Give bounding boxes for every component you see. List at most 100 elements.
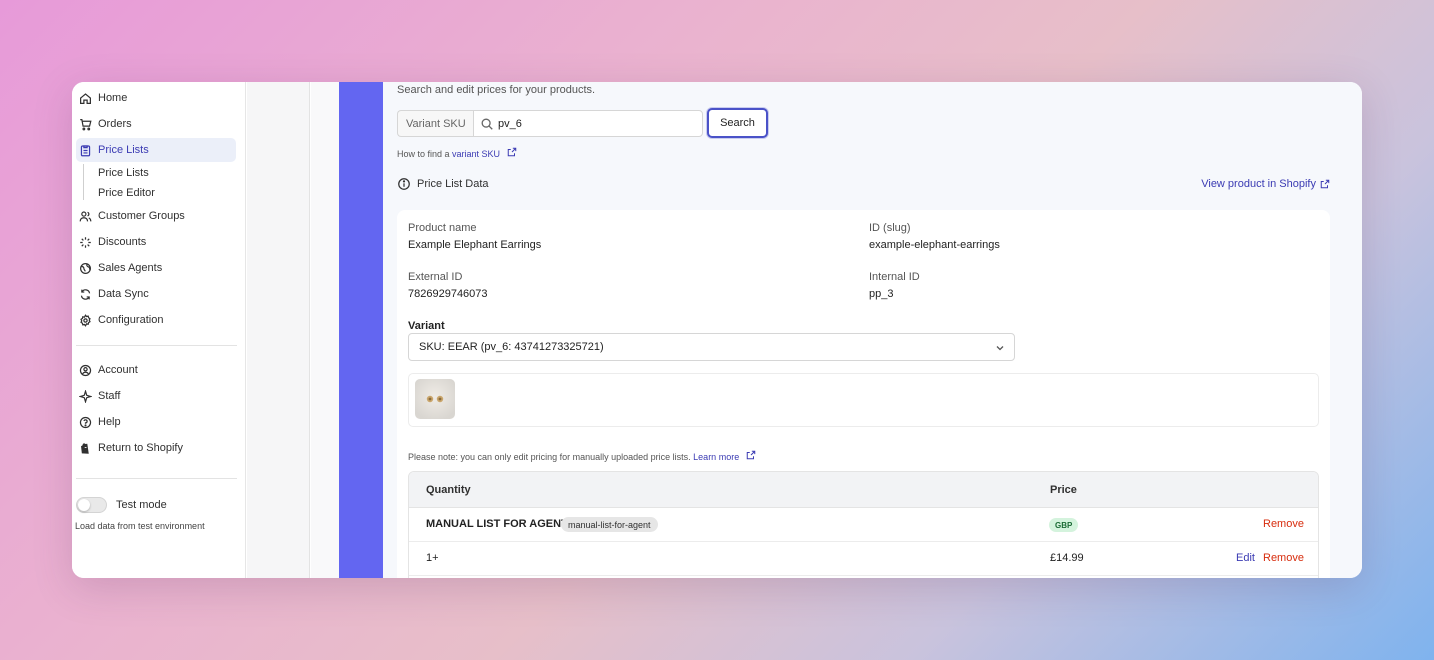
- price-table: Quantity Price MANUAL LIST FOR AGENT man…: [408, 471, 1319, 578]
- view-product-label: View product in Shopify: [1201, 178, 1316, 190]
- sidebar-item-label: Account: [98, 364, 138, 376]
- sidebar-item-return-to-shopify[interactable]: Return to Shopify: [76, 436, 236, 460]
- sidebar-subitem-price-editor[interactable]: Price Editor: [98, 187, 155, 199]
- sidebar-item-staff[interactable]: Staff: [76, 384, 236, 408]
- external-link-icon: [507, 147, 517, 157]
- info-icon: [397, 177, 411, 191]
- search-button[interactable]: Search: [707, 108, 768, 138]
- sku-help-text: How to find a variant SKU: [397, 147, 517, 159]
- sidebar-item-label: Configuration: [98, 314, 164, 326]
- search-prefix-label: Variant SKU: [397, 110, 473, 137]
- gear-icon: [77, 312, 93, 328]
- sidebar-item-label: Data Sync: [98, 288, 149, 300]
- currency-badge: GBP: [1049, 518, 1079, 532]
- sidebar-item-label: Return to Shopify: [98, 442, 183, 454]
- cart-icon: [77, 116, 93, 132]
- sidebar-item-configuration[interactable]: Configuration: [76, 308, 236, 332]
- sidebar-item-sales-agents[interactable]: Sales Agents: [76, 256, 236, 280]
- sync-icon: [77, 286, 93, 302]
- internal-id-label: Internal ID: [869, 271, 920, 283]
- column-header-price: Price: [1050, 484, 1077, 496]
- product-name-label: Product name: [408, 222, 477, 234]
- clipboard-icon: [77, 142, 93, 158]
- product-thumbnail[interactable]: [415, 379, 455, 419]
- sidebar-divider: [76, 478, 237, 479]
- sidebar-item-data-sync[interactable]: Data Sync: [76, 282, 236, 306]
- product-name-value: Example Elephant Earrings: [408, 239, 542, 251]
- learn-more-link[interactable]: Learn more: [693, 452, 739, 462]
- account-icon: [77, 362, 93, 378]
- pricing-note-text: Please note: you can only edit pricing f…: [408, 452, 694, 462]
- test-mode-help: Load data from test environment: [75, 521, 205, 531]
- sidebar-item-label: Help: [98, 416, 121, 428]
- external-id-value: 7826929746073: [408, 288, 488, 300]
- page-subtitle: Search and edit prices for your products…: [397, 84, 596, 96]
- price-list-name: MANUAL LIST FOR AGENT: [426, 518, 568, 530]
- sidebar-item-orders[interactable]: Orders: [76, 112, 236, 136]
- test-mode-label: Test mode: [116, 499, 167, 511]
- variant-select-value: SKU: EEAR (pv_6: 43741273325721): [419, 341, 604, 353]
- submenu-line: [83, 164, 84, 200]
- chevron-down-icon: [994, 342, 1006, 354]
- external-link-icon: [746, 450, 756, 460]
- internal-id-value: pp_3: [869, 288, 894, 300]
- app-window: Home Orders Price Lists Price Lists Pric…: [72, 82, 1362, 578]
- globe-icon: [77, 260, 93, 276]
- external-id-label: External ID: [408, 271, 463, 283]
- sidebar-item-label: Price Lists: [98, 144, 149, 156]
- variant-select[interactable]: SKU: EEAR (pv_6: 43741273325721): [408, 333, 1015, 361]
- sku-search-input[interactable]: pv_6: [473, 110, 703, 137]
- sidebar-item-label: Orders: [98, 118, 132, 130]
- sidebar: Home Orders Price Lists Price Lists Pric…: [72, 82, 246, 578]
- remove-list-button[interactable]: Remove: [1263, 518, 1304, 530]
- variant-sku-link[interactable]: variant SKU: [452, 149, 500, 159]
- discount-icon: [77, 234, 93, 250]
- sidebar-item-label: Staff: [98, 390, 121, 402]
- sku-help-prefix: How to find a: [397, 149, 453, 159]
- price-list-group-row: MANUAL LIST FOR AGENT manual-list-for-ag…: [409, 508, 1318, 542]
- quantity-cell: 1+: [426, 552, 439, 564]
- search-icon: [480, 117, 494, 131]
- section-title-text: Price List Data: [417, 178, 489, 190]
- pricing-note: Please note: you can only edit pricing f…: [408, 450, 756, 462]
- sidebar-item-label: Sales Agents: [98, 262, 163, 274]
- main-content: Search and edit prices for your products…: [383, 82, 1362, 578]
- price-list-tag: manual-list-for-agent: [561, 517, 658, 532]
- shopify-icon: [77, 440, 93, 456]
- test-mode-toggle[interactable]: [76, 497, 107, 513]
- sidebar-item-label: Home: [98, 92, 128, 104]
- help-icon: [77, 414, 93, 430]
- external-link-icon: [1320, 179, 1330, 189]
- accent-bar: [339, 82, 383, 578]
- variant-label: Variant: [408, 320, 445, 332]
- sidebar-item-help[interactable]: Help: [76, 410, 236, 434]
- sidebar-item-label: Discounts: [98, 236, 147, 248]
- product-card: Product name Example Elephant Earrings I…: [397, 210, 1330, 578]
- background-panel: [311, 82, 339, 578]
- sidebar-item-label: Customer Groups: [98, 210, 185, 222]
- slug-value: example-elephant-earrings: [869, 239, 1000, 251]
- earrings-image-icon: [426, 395, 444, 403]
- sidebar-item-home[interactable]: Home: [76, 86, 236, 110]
- home-icon: [77, 90, 93, 106]
- sidebar-item-account[interactable]: Account: [76, 358, 236, 382]
- staff-icon: [77, 388, 93, 404]
- price-cell: £14.99: [1050, 552, 1084, 564]
- table-header: Quantity Price: [409, 472, 1318, 508]
- remove-price-button[interactable]: Remove: [1263, 552, 1304, 564]
- sidebar-item-customer-groups[interactable]: Customer Groups: [76, 204, 236, 228]
- users-icon: [77, 208, 93, 224]
- column-header-quantity: Quantity: [426, 484, 471, 496]
- section-title: Price List Data: [397, 177, 489, 191]
- sidebar-divider: [76, 345, 237, 346]
- variant-image-box: [408, 373, 1319, 427]
- slug-label: ID (slug): [869, 222, 911, 234]
- sidebar-item-discounts[interactable]: Discounts: [76, 230, 236, 254]
- sidebar-item-price-lists[interactable]: Price Lists: [76, 138, 236, 162]
- background-panel: [247, 82, 310, 578]
- sidebar-subitem-price-lists[interactable]: Price Lists: [98, 167, 149, 179]
- edit-price-button[interactable]: Edit: [1236, 552, 1255, 564]
- table-row: 1+ £14.99 Edit Remove: [409, 542, 1318, 576]
- view-product-link[interactable]: View product in Shopify: [1201, 178, 1330, 190]
- search-input-value: pv_6: [498, 117, 522, 130]
